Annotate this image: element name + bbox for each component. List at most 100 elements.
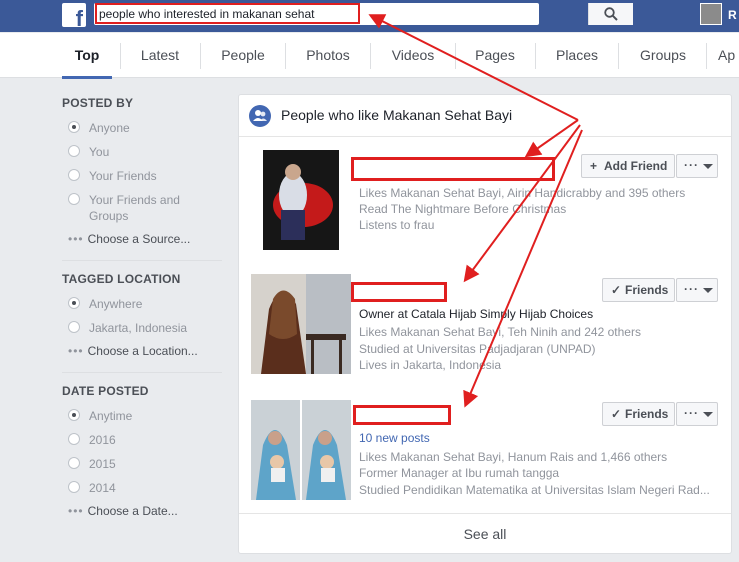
friends-label: Friends [625,407,669,421]
radio[interactable] [68,457,80,469]
tab-divider [535,43,536,69]
result-detail: Read The Nightmare Before Christmas [359,202,567,216]
tab-photos[interactable]: Photos [295,33,361,78]
filter-option-label: Anywhere [89,297,143,311]
radio[interactable] [68,433,80,445]
tab-top[interactable]: Top [62,33,112,79]
filter-option-label: 2015 [89,457,116,471]
date-posted-heading: DATE POSTED [62,384,149,398]
more-options-button[interactable]: ··· [676,402,718,426]
search-highlight-box [95,3,360,24]
facebook-logo-letter: f [75,6,83,31]
result-primary-detail: Owner at Catala Hijab Simply Hijab Choic… [359,307,594,321]
search-button[interactable] [588,3,633,25]
search-tabs: Top Latest People Photos Videos Pages Pl… [0,33,739,79]
add-friend-button[interactable]: + Add Friend [581,154,675,178]
add-friend-icon: + [590,159,598,173]
profile-photo[interactable] [251,400,351,500]
filter-option-label: 2014 [89,481,116,495]
card-title[interactable]: People who like Makanan Sehat Bayi [281,107,512,123]
chevron-down-icon [703,412,713,417]
add-friend-label: Add Friend [604,159,668,173]
redacted-name-box [351,282,447,302]
result-detail: Listens to frau [359,218,435,232]
radio-selected[interactable] [68,297,80,309]
profile-photo[interactable] [263,150,339,250]
result-detail: Studied at Universitas Padjadjaran (UNPA… [359,342,596,356]
more-dots-icon: ··· [684,282,699,296]
radio-selected[interactable] [68,409,80,421]
filter-option-label: Anytime [89,409,133,423]
see-all-link[interactable]: See all [239,513,731,553]
tab-groups[interactable]: Groups [628,33,698,78]
sidebar-divider [62,260,222,261]
profile-name-initial[interactable]: R [728,8,737,22]
result-detail: Studied Pendidikan Matematika at Univers… [359,483,710,497]
people-results-card: People who like Makanan Sehat Bayi + Add… [238,94,732,554]
filter-option-label: Your Friends and [89,193,180,207]
result-detail: Likes Makanan Sehat Bayi, Hanum Rais and… [359,450,668,464]
choose-date-link[interactable]: ••• Choose a Date... [68,504,178,518]
redacted-name-box [351,157,555,181]
tab-latest[interactable]: Latest [130,33,190,78]
tab-divider [120,43,121,69]
choose-source-link[interactable]: ••• Choose a Source... [68,232,190,246]
more-dots-icon: ··· [684,158,699,172]
filter-option-label: You [89,145,110,159]
tab-divider [455,43,456,69]
filter-option-label-cont: Groups [89,209,129,223]
people-icon [249,105,271,127]
tab-apps[interactable]: Ap [718,33,739,78]
result-detail: Likes Makanan Sehat Bayi, Teh Ninih and … [359,325,641,339]
choose-location-link[interactable]: ••• Choose a Location... [68,344,198,358]
profile-avatar[interactable] [700,3,722,25]
radio[interactable] [68,321,80,333]
result-detail: Former Manager at Ibu rumah tangga [359,466,560,480]
new-posts-link[interactable]: 10 new posts [359,430,430,446]
tab-divider [200,43,201,69]
search-icon [604,7,618,21]
more-options-button[interactable]: ··· [676,278,718,302]
tab-pages[interactable]: Pages [464,33,526,78]
more-options-button[interactable]: ··· [676,154,718,178]
friends-label: Friends [625,283,669,297]
choose-location-label: Choose a Location... [87,344,198,358]
choose-date-label: Choose a Date... [87,504,178,518]
choose-source-label: Choose a Source... [87,232,191,246]
chevron-down-icon [703,164,713,169]
check-icon: ✓ [611,283,622,297]
more-dots-icon: ··· [684,406,699,420]
tab-divider [370,43,371,69]
radio-selected[interactable] [68,121,80,133]
sidebar-divider [62,372,222,373]
card-header: People who like Makanan Sehat Bayi [239,95,731,137]
radio[interactable] [68,481,80,493]
more-dots-icon: ••• [68,232,84,246]
filter-option-label: Your Friends [89,169,157,183]
more-dots-icon: ••• [68,504,84,518]
redacted-name-box [353,405,451,425]
facebook-logo[interactable]: f [62,3,86,31]
tab-divider [706,43,707,69]
tab-divider [285,43,286,69]
result-detail: Likes Makanan Sehat Bayi, Airin Handicra… [359,186,686,200]
radio[interactable] [68,145,80,157]
friends-button[interactable]: ✓ Friends [602,402,675,426]
filter-option-label: Jakarta, Indonesia [89,321,188,335]
result-detail: Lives in Jakarta, Indonesia [359,358,502,372]
radio[interactable] [68,169,80,181]
filter-option-label: 2016 [89,433,116,447]
friends-button[interactable]: ✓ Friends [602,278,675,302]
top-bar: f R [0,0,739,32]
tab-videos[interactable]: Videos [380,33,446,78]
profile-photo[interactable] [251,274,351,374]
more-dots-icon: ••• [68,344,84,358]
radio[interactable] [68,193,80,205]
tagged-location-heading: TAGGED LOCATION [62,272,181,286]
posted-by-heading: POSTED BY [62,96,134,110]
check-icon: ✓ [611,407,622,421]
filter-option-label: Anyone [89,121,130,135]
tab-places[interactable]: Places [544,33,610,78]
tab-people[interactable]: People [210,33,276,78]
tab-divider [618,43,619,69]
